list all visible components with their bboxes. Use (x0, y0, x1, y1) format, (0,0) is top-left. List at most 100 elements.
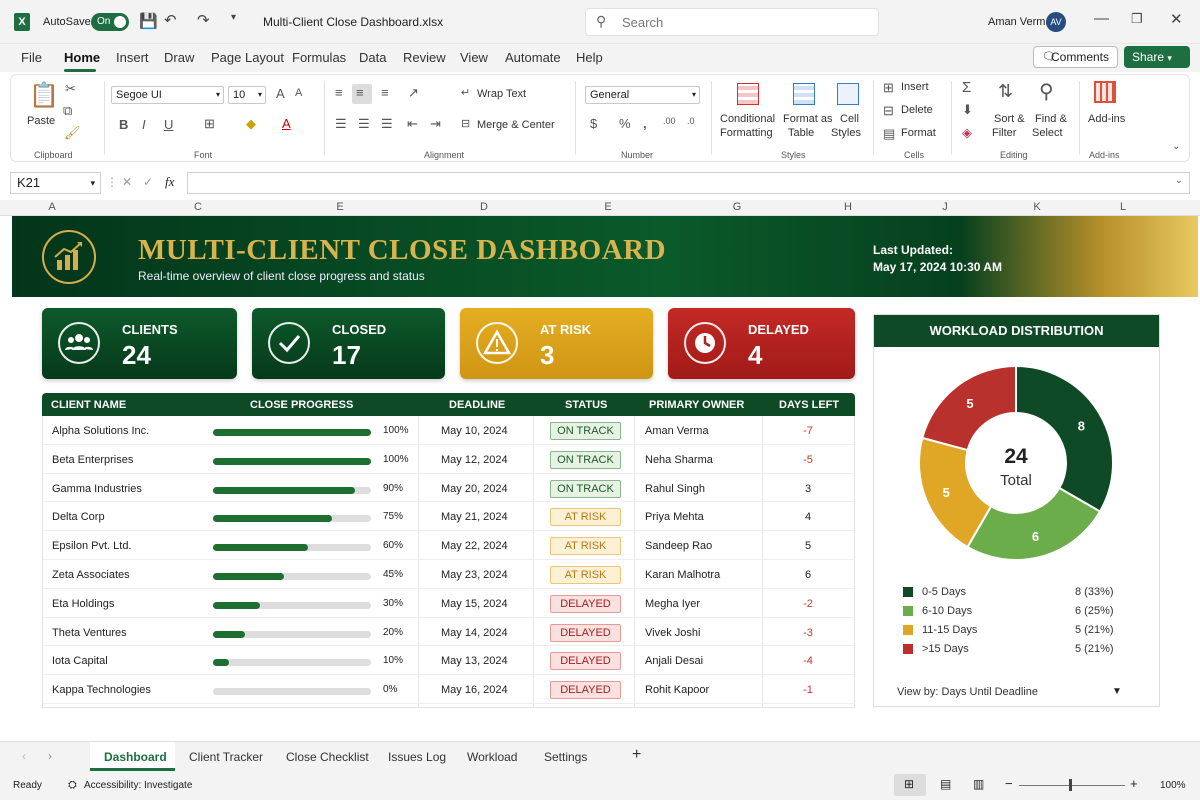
italic-icon[interactable]: I (142, 117, 146, 132)
share-button[interactable]: Share ▾ (1124, 46, 1190, 68)
page-layout-view-icon[interactable]: ▤ (940, 777, 951, 791)
formula-input[interactable]: ⌄ (187, 172, 1190, 194)
column-header[interactable]: A (42, 201, 62, 213)
format-painter-icon[interactable]: 🖌 (64, 125, 81, 141)
decrease-font-icon[interactable]: A (295, 87, 302, 99)
table-row[interactable]: Gamma Industries 90% May 20, 2024 ON TRACK R… (43, 474, 854, 503)
sheet-tab-dashboard[interactable]: Dashboard (104, 750, 167, 764)
menu-page-layout[interactable]: Page Layout (211, 50, 284, 65)
enter-formula-icon[interactable]: ✓ (143, 175, 153, 189)
borders-icon[interactable]: ⊞ (204, 116, 215, 132)
menu-help[interactable]: Help (576, 50, 603, 65)
merge-icon[interactable]: ⊟ (461, 117, 470, 130)
fill-icon[interactable]: ⬇ (962, 102, 973, 118)
menu-draw[interactable]: Draw (164, 50, 194, 65)
percent-icon[interactable]: % (619, 116, 631, 131)
zoom-level[interactable]: 100% (1160, 780, 1186, 791)
wrap-text-label[interactable]: Wrap Text (477, 88, 526, 100)
menu-file[interactable]: File (21, 50, 42, 65)
column-header[interactable]: H (838, 201, 858, 213)
menu-view[interactable]: View (460, 50, 488, 65)
decrease-decimal-icon[interactable]: .0 (687, 116, 695, 126)
insert-label[interactable]: Insert (901, 81, 929, 93)
search-box[interactable]: ⚲ Search (585, 8, 879, 36)
delete-cells-icon[interactable]: ⊟ (883, 103, 894, 119)
table-row[interactable]: Alpha Solutions Inc. 100% May 10, 2024 ON T… (43, 416, 854, 445)
autosave-toggle[interactable]: On (91, 13, 129, 31)
insert-function-icon[interactable]: fx (165, 174, 174, 190)
insert-cells-icon[interactable]: ⊞ (883, 80, 894, 96)
increase-font-icon[interactable]: A (276, 86, 285, 101)
normal-view-button[interactable]: ⊞ (894, 774, 926, 796)
comma-icon[interactable]: , (643, 116, 647, 131)
sort-filter-label[interactable]: Sort & (994, 113, 1025, 125)
sort-filter-icon[interactable]: ⇅ (998, 81, 1013, 102)
table-row[interactable]: Epsilon Pvt. Ltd. 60% May 22, 2024 AT RISK S… (43, 531, 854, 560)
table-row[interactable]: Kappa Technologies 0% May 16, 2024 DELAYED R… (43, 675, 854, 704)
menu-automate[interactable]: Automate (505, 50, 561, 65)
accessibility-status[interactable]: Accessibility: Investigate (84, 780, 192, 791)
menu-insert[interactable]: Insert (116, 50, 149, 65)
font-name-select[interactable]: Segoe UI ▾ (111, 86, 224, 104)
format-label[interactable]: Format (901, 127, 936, 139)
column-header[interactable]: C (188, 201, 208, 213)
format-cells-icon[interactable]: ▤ (883, 126, 895, 142)
avatar[interactable]: AV (1046, 12, 1066, 32)
number-format-select[interactable]: General ▾ (585, 86, 700, 104)
find-select-label[interactable]: Find & (1035, 113, 1067, 125)
scroll-left-icon[interactable]: ‹ (22, 749, 26, 763)
currency-icon[interactable]: $ (590, 116, 597, 131)
sort-filter-label-2[interactable]: Filter (992, 127, 1016, 139)
table-row[interactable]: Delta Corp 75% May 21, 2024 AT RISK Priya Me… (43, 502, 854, 532)
page-break-view-icon[interactable]: ▥ (973, 777, 984, 791)
find-select-label-2[interactable]: Select (1032, 127, 1063, 139)
sheet-tab-client-tracker[interactable]: Client Tracker (189, 750, 263, 764)
sheet-tab-issues-log[interactable]: Issues Log (388, 750, 446, 764)
column-header[interactable]: K (1027, 201, 1047, 213)
font-size-select[interactable]: 10 ▾ (228, 86, 266, 104)
paste-icon[interactable]: 📋 (29, 81, 59, 110)
align-top-icon[interactable]: ≡ (335, 85, 343, 100)
zoom-in-icon[interactable]: + (1130, 776, 1138, 791)
table-row[interactable]: Beta Enterprises 100% May 12, 2024 ON TRACK… (43, 445, 854, 474)
collapse-ribbon-icon[interactable]: ⌄ (1172, 141, 1180, 152)
delete-label[interactable]: Delete (901, 104, 933, 116)
wrap-text-icon[interactable]: ↵ (461, 86, 470, 99)
clear-icon[interactable]: ◈ (962, 125, 972, 141)
save-icon[interactable]: 💾 (139, 12, 158, 30)
table-row[interactable]: Eta Holdings 30% May 15, 2024 DELAYED Megha … (43, 589, 854, 618)
restore-icon[interactable]: ❐ (1131, 11, 1143, 27)
format-as-table-label[interactable]: Format as (783, 113, 833, 125)
font-color-icon[interactable]: A (282, 116, 291, 131)
conditional-formatting-label-2[interactable]: Formatting (720, 127, 773, 139)
expand-formula-icon[interactable]: ⌄ (1175, 175, 1183, 186)
zoom-slider-thumb[interactable] (1069, 779, 1072, 791)
redo-icon[interactable]: ↷ (197, 11, 210, 29)
column-header[interactable]: E (598, 201, 618, 213)
menu-formulas[interactable]: Formulas (292, 50, 346, 65)
add-ins-icon[interactable] (1094, 81, 1116, 103)
comments-button[interactable]: 🗨 Comments (1033, 46, 1118, 68)
decrease-indent-icon[interactable]: ⇤ (407, 116, 418, 132)
close-icon[interactable]: ✕ (1170, 10, 1183, 28)
autosum-icon[interactable]: Σ (962, 79, 971, 96)
cell-styles-label-2[interactable]: Styles (831, 127, 861, 139)
add-ins-label[interactable]: Add-ins (1088, 113, 1125, 125)
cut-icon[interactable]: ✂ (65, 81, 76, 97)
customize-qat-icon[interactable]: ▾ (231, 12, 236, 23)
bold-icon[interactable]: B (119, 117, 128, 132)
cancel-formula-icon[interactable]: ✕ (122, 175, 132, 189)
sheet-tab-settings[interactable]: Settings (544, 750, 587, 764)
chevron-down-icon[interactable]: ▼ (1112, 686, 1122, 697)
underline-icon[interactable]: U (164, 117, 173, 132)
add-sheet-icon[interactable]: + (632, 746, 641, 764)
file-name[interactable]: Multi-Client Close Dashboard.xlsx (263, 15, 443, 29)
align-bottom-icon[interactable]: ≡ (381, 85, 389, 100)
zoom-out-icon[interactable]: − (1005, 776, 1013, 791)
zoom-slider[interactable] (1019, 785, 1125, 786)
table-row[interactable]: Iota Capital 10% May 13, 2024 DELAYED Anjali… (43, 646, 854, 676)
table-row[interactable]: Zeta Associates 45% May 23, 2024 AT RISK Kar… (43, 560, 854, 589)
increase-indent-icon[interactable]: ⇥ (430, 116, 441, 132)
format-as-table-label-2[interactable]: Table (788, 127, 814, 139)
orientation-icon[interactable]: ↗ (408, 85, 419, 101)
